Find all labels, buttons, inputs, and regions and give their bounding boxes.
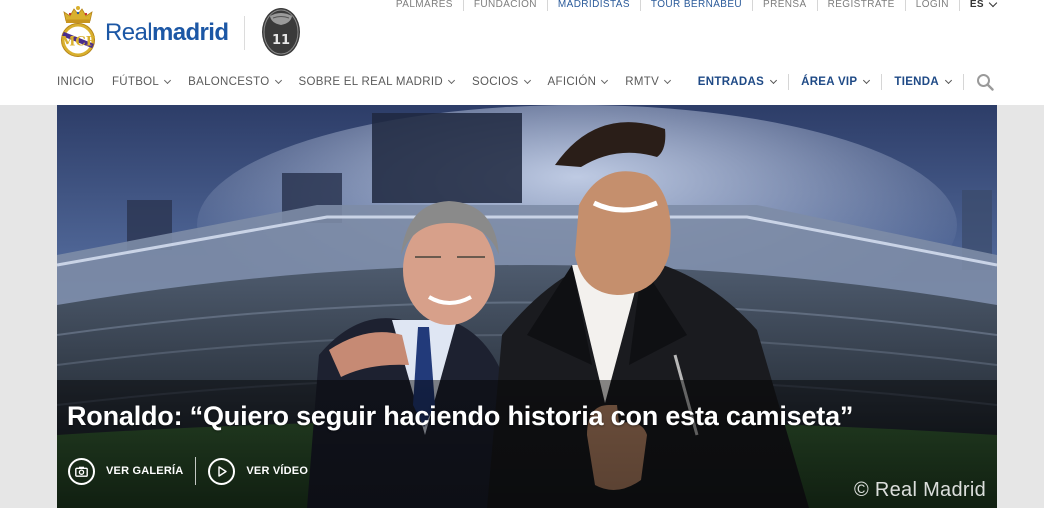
- nav-item-label: RMTV: [625, 76, 660, 88]
- top-link-fundacion[interactable]: FUNDACION: [464, 0, 548, 11]
- search-icon: [977, 74, 994, 91]
- language-label: ES: [969, 0, 984, 10]
- chevron-down-icon: [164, 76, 172, 84]
- chevron-down-icon: [447, 76, 456, 84]
- brand-wordmark: Realmadrid: [105, 19, 229, 46]
- chevron-down-icon: [863, 76, 871, 84]
- nav-item-label: FÚTBOL: [111, 76, 160, 88]
- logo-area[interactable]: MCF Realmadrid 11: [57, 4, 301, 58]
- chevron-down-icon: [664, 76, 672, 84]
- crest-logo: MCF: [61, 6, 96, 57]
- nav-item-label: INICIO: [57, 76, 94, 88]
- chevron-down-icon: [988, 0, 998, 8]
- badge-number: 11: [272, 33, 290, 48]
- site-header: PALMARES FUNDACION MADRIDISTAS TOUR BERN…: [0, 0, 1044, 105]
- chevron-down-icon: [601, 76, 609, 84]
- nav-item-sobre-el-real-madrid[interactable]: SOBRE EL REAL MADRID: [298, 76, 456, 88]
- nav-item-label: ÁREA VIP: [801, 76, 858, 88]
- main-nav: INICIO FÚTBOL BALONCESTO SOBRE EL REAL M…: [57, 75, 688, 89]
- nav-item-inicio[interactable]: INICIO: [57, 76, 94, 88]
- top-link-login[interactable]: LOGIN: [906, 0, 959, 11]
- top-link-tour-bernabeu[interactable]: TOUR BERNABEU: [641, 0, 754, 11]
- hero-actions: VER GALERÍA VER VÍDEO: [68, 457, 308, 485]
- nav-item-futbol[interactable]: FÚTBOL: [111, 76, 172, 88]
- view-video-button[interactable]: VER VÍDEO: [208, 457, 309, 485]
- hero-headline[interactable]: Ronaldo: “Quiero seguir haciendo histori…: [67, 401, 853, 432]
- secondary-nav: ENTRADAS ÁREA VIP TIENDA: [686, 72, 996, 92]
- chevron-down-icon: [274, 76, 282, 84]
- photo-watermark: © Real Madrid: [853, 479, 986, 501]
- hero-banner[interactable]: Ronaldo: “Quiero seguir haciendo histori…: [57, 105, 997, 508]
- actions-divider: [195, 457, 197, 485]
- nav-item-label: TIENDA: [894, 76, 939, 88]
- nav-item-baloncesto[interactable]: BALONCESTO: [188, 76, 282, 88]
- chevron-down-icon: [944, 76, 953, 84]
- nav-item-area-vip[interactable]: ÁREA VIP: [789, 74, 883, 90]
- view-gallery-button[interactable]: VER GALERÍA: [68, 457, 184, 485]
- view-video-label: VER VÍDEO: [246, 465, 309, 477]
- svg-text:MCF: MCF: [61, 35, 96, 50]
- nav-item-rmtv[interactable]: RMTV: [625, 76, 672, 88]
- top-link-palmares[interactable]: PALMARES: [386, 0, 464, 11]
- top-link-registrate[interactable]: REGISTRATE: [818, 0, 906, 11]
- nav-item-label: SOBRE EL REAL MADRID: [298, 76, 443, 88]
- chevron-down-icon: [770, 76, 778, 84]
- brand-part-1: Real: [105, 19, 153, 46]
- logo-divider: [244, 16, 246, 50]
- nav-item-label: BALONCESTO: [188, 76, 270, 88]
- top-link-madridistas[interactable]: MADRIDISTAS: [548, 0, 641, 11]
- view-gallery-label: VER GALERÍA: [106, 465, 184, 477]
- utility-links: PALMARES FUNDACION MADRIDISTAS TOUR BERN…: [386, 0, 998, 12]
- nav-item-aficion[interactable]: AFICIÓN: [547, 76, 609, 88]
- search-button[interactable]: [974, 72, 996, 92]
- nav-item-tienda[interactable]: TIENDA: [882, 74, 964, 90]
- brand-part-2: madrid: [151, 19, 229, 46]
- top-link-prensa[interactable]: PRENSA: [753, 0, 818, 11]
- language-selector[interactable]: ES: [958, 0, 998, 11]
- nav-item-label: SOCIOS: [472, 76, 519, 88]
- nav-item-label: AFICIÓN: [547, 76, 597, 88]
- nav-item-entradas[interactable]: ENTRADAS: [686, 74, 790, 90]
- undecima-badge: 11: [262, 8, 301, 56]
- chevron-down-icon: [523, 76, 531, 84]
- play-icon: [208, 457, 236, 485]
- nav-item-socios[interactable]: SOCIOS: [472, 76, 531, 88]
- camera-icon: [68, 457, 95, 485]
- nav-item-label: ENTRADAS: [697, 76, 765, 88]
